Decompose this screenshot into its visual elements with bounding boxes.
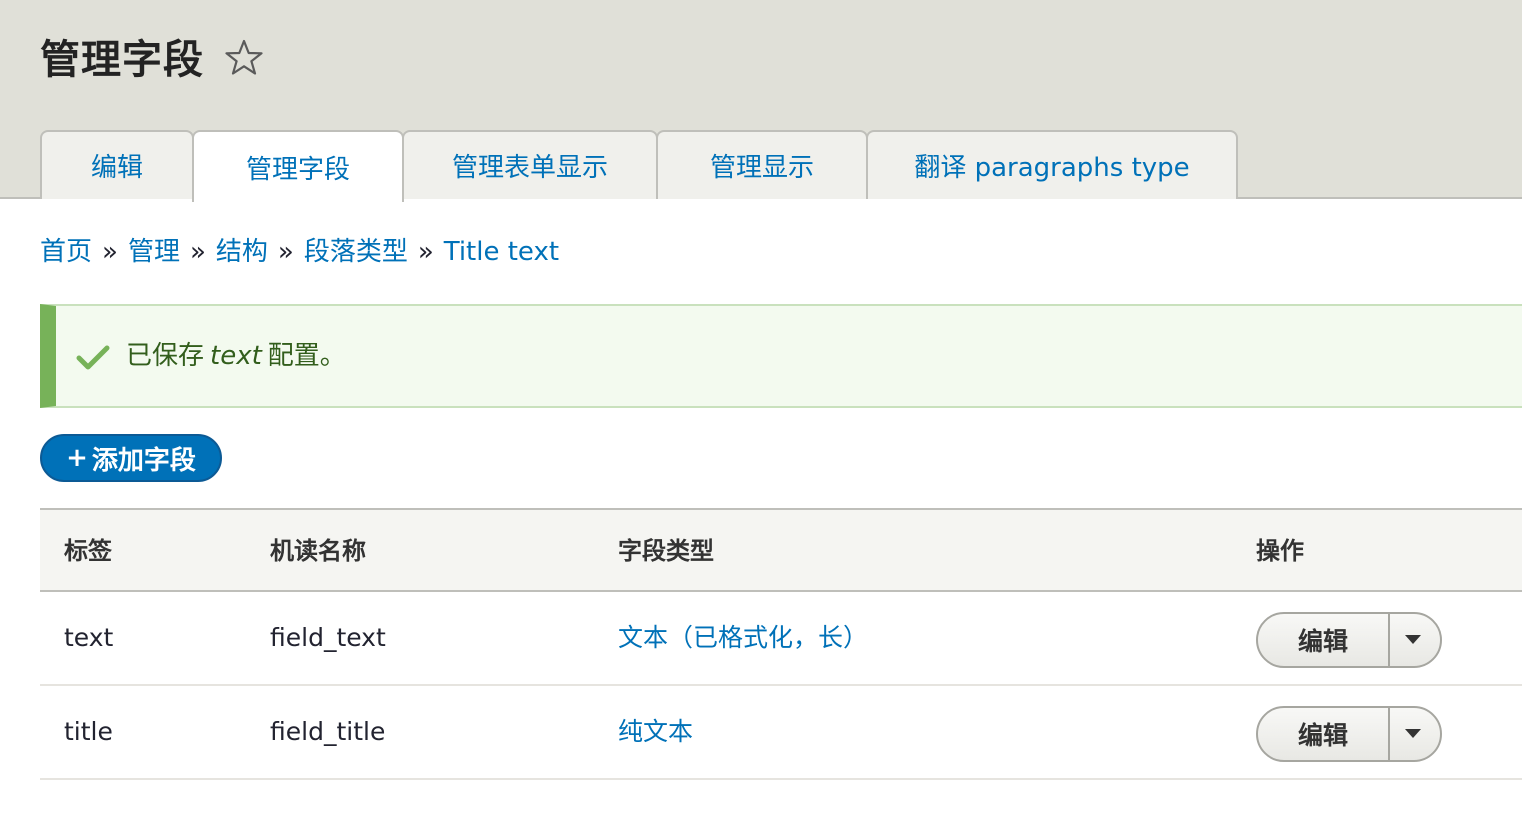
row-field-type-link[interactable]: 纯文本 — [618, 717, 693, 746]
page-title: 管理字段 — [40, 37, 204, 83]
row-machine-name: field_text — [270, 623, 386, 652]
chevron-down-icon — [1405, 729, 1421, 738]
edit-button[interactable]: 编辑 — [1258, 614, 1390, 666]
breadcrumb-separator: » — [102, 237, 118, 267]
status-prefix: 已保存 — [126, 341, 205, 371]
tab-translate[interactable]: 翻译 paragraphs type — [866, 130, 1238, 199]
dropbutton-toggle[interactable] — [1390, 614, 1440, 666]
breadcrumb: 首页 » 管理 » 结构 » 段落类型 » Title text — [40, 232, 559, 272]
breadcrumb-paragraph-types[interactable]: 段落类型 — [304, 237, 408, 267]
star-outline-icon[interactable] — [224, 38, 264, 78]
status-message: 已保存 text 配置。 — [40, 304, 1522, 408]
fields-table: 标签 机读名称 字段类型 操作 text field_text 文本（已格式化，… — [40, 508, 1522, 780]
table-row: text field_text 文本（已格式化，长） 编辑 — [40, 592, 1522, 686]
breadcrumb-separator: » — [277, 237, 294, 267]
plus-icon: + — [66, 443, 88, 473]
row-label: text — [64, 623, 114, 652]
row-label: title — [64, 717, 113, 746]
breadcrumb-separator: » — [417, 237, 434, 267]
tab-edit[interactable]: 编辑 — [40, 130, 194, 199]
column-header-field-type: 字段类型 — [618, 537, 714, 565]
column-header-operations: 操作 — [1256, 537, 1304, 565]
column-header-machine-name: 机读名称 — [270, 537, 366, 565]
status-message-text: 已保存 text 配置。 — [126, 336, 346, 376]
add-field-button[interactable]: + 添加字段 — [40, 434, 222, 482]
tab-manage-fields[interactable]: 管理字段 — [192, 130, 404, 202]
dropbutton-toggle[interactable] — [1390, 708, 1440, 760]
breadcrumb-title-text[interactable]: Title text — [444, 237, 559, 267]
tab-manage-form-display[interactable]: 管理表单显示 — [402, 130, 658, 199]
breadcrumb-admin[interactable]: 管理 — [128, 237, 180, 267]
row-machine-name: field_title — [270, 717, 386, 746]
table-header: 标签 机读名称 字段类型 操作 — [40, 508, 1522, 592]
edit-button[interactable]: 编辑 — [1258, 708, 1390, 760]
status-suffix: 配置。 — [267, 341, 346, 371]
page-header: 管理字段 编辑 管理字段 管理表单显示 管理显示 翻译 paragraphs t… — [0, 0, 1522, 202]
breadcrumb-home[interactable]: 首页 — [40, 237, 92, 267]
column-header-label: 标签 — [64, 537, 112, 565]
chevron-down-icon — [1405, 635, 1421, 644]
row-field-type-link[interactable]: 文本（已格式化，长） — [618, 623, 868, 652]
check-icon — [76, 345, 110, 370]
operations-dropbutton: 编辑 — [1256, 612, 1442, 668]
tab-manage-display[interactable]: 管理显示 — [656, 130, 868, 199]
operations-dropbutton: 编辑 — [1256, 706, 1442, 762]
table-row: title field_title 纯文本 编辑 — [40, 686, 1522, 780]
breadcrumb-structure[interactable]: 结构 — [216, 237, 268, 267]
add-field-label: 添加字段 — [91, 445, 196, 476]
breadcrumb-separator: » — [189, 237, 206, 267]
status-item-name: text — [210, 341, 262, 371]
